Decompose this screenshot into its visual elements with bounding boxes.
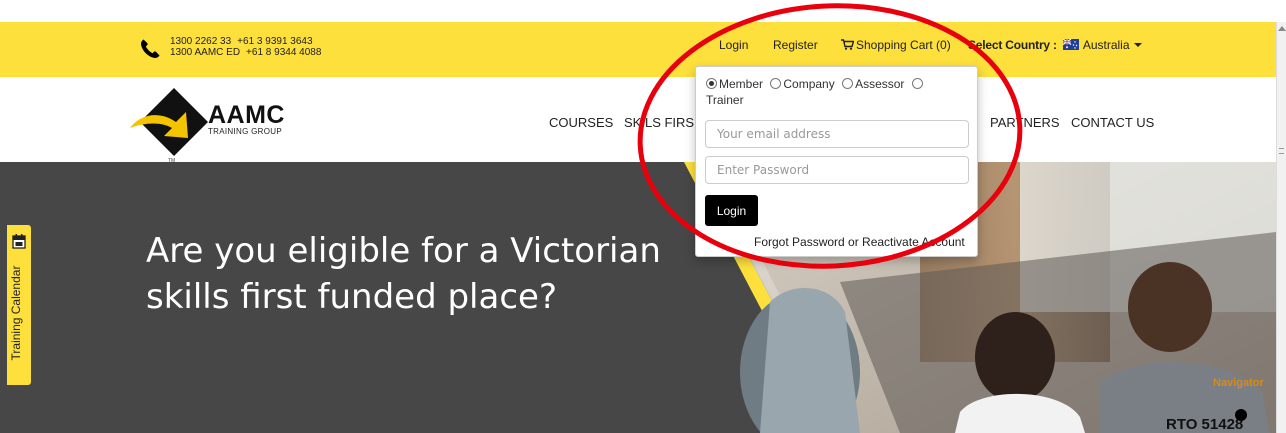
nav-item-partners-part-1: PART: [990, 115, 1024, 130]
nav-item-skills-first-part-2: LS FIRS: [644, 115, 695, 130]
nav-item-skills-first-part-1: SKI: [624, 115, 645, 130]
role-label: Member: [719, 77, 764, 91]
navigator-label[interactable]: Navigator: [1213, 377, 1264, 389]
role-option-member[interactable]: Member: [706, 77, 763, 91]
top-margin: [0, 0, 1286, 22]
hero-banner: Are you eligible for a Victorian skills …: [0, 162, 1276, 433]
nav-item-courses[interactable]: COURSES: [549, 115, 613, 130]
register-link[interactable]: Register: [773, 38, 818, 52]
logo-text[interactable]: AAMC TRAINING GROUP: [208, 103, 285, 137]
forgot-password-link[interactable]: Forgot Password or Reactivate Account: [754, 235, 965, 249]
radio-button[interactable]: [911, 78, 923, 89]
logo-name: AAMC: [208, 101, 285, 129]
hero-title: Are you eligible for a Victorian skills …: [146, 231, 661, 317]
login-link[interactable]: Login: [719, 38, 748, 52]
password-input[interactable]: [705, 156, 969, 184]
nav-item-contact-us[interactable]: CONTACT US: [1071, 115, 1154, 130]
calendar-icon: [12, 234, 26, 249]
shopping-cart-link[interactable]: Shopping Cart (0): [841, 38, 951, 52]
radio-button-checked[interactable]: [706, 78, 717, 89]
chevron-down-icon: [1133, 43, 1142, 47]
top-bar: 1300 2262 33 +61 3 9391 3643 1300 AAMC ED…: [0, 22, 1276, 77]
logo-tagline: TRAINING GROUP: [208, 127, 282, 136]
top-links: Login Register Shopping Cart (0) Select …: [0, 38, 1276, 52]
country-selector[interactable]: Select Country : Australia: [968, 38, 1142, 52]
page-scrollbar[interactable]: [1276, 22, 1286, 433]
rto-number: RTO 51428: [1166, 416, 1244, 433]
nav-item-skills-first[interactable]: SKILS FIRS: [624, 115, 694, 130]
carousel-dot[interactable]: [1235, 409, 1247, 421]
radio-button[interactable]: [770, 78, 782, 89]
training-calendar-tab[interactable]: Training Calendar: [7, 225, 31, 385]
training-calendar-label: Training Calendar: [9, 265, 23, 361]
login-button[interactable]: Login: [705, 195, 758, 226]
nav-item-partners[interactable]: PARTNERS: [990, 115, 1060, 130]
scroll-grip-icon[interactable]: [1279, 148, 1284, 154]
role-label: Company: [783, 77, 835, 91]
role-radio-group: Member Company Assessor Trainer: [706, 76, 966, 108]
role-option-company[interactable]: Company: [770, 77, 835, 91]
login-dropdown: Member Company Assessor Trainer Login Fo…: [695, 66, 978, 257]
site-header: TM AAMC TRAINING GROUP COURSES SKILS FIR…: [0, 77, 1276, 162]
role-label: Assessor: [855, 77, 905, 91]
email-input[interactable]: [705, 120, 969, 148]
shopping-cart-label: Shopping Cart (0): [856, 38, 951, 52]
country-name: Australia: [1082, 38, 1130, 52]
scroll-up-arrow-icon[interactable]: [1278, 26, 1286, 31]
radio-button[interactable]: [842, 78, 854, 89]
australia-flag-icon: [1062, 39, 1079, 50]
select-country-label: Select Country :: [968, 38, 1057, 52]
nav-item-partners-part-2: NERS: [1023, 115, 1060, 130]
role-option-assessor[interactable]: Assessor: [842, 77, 904, 91]
shopping-cart-icon: [841, 39, 854, 50]
role-label: Trainer: [706, 93, 744, 107]
